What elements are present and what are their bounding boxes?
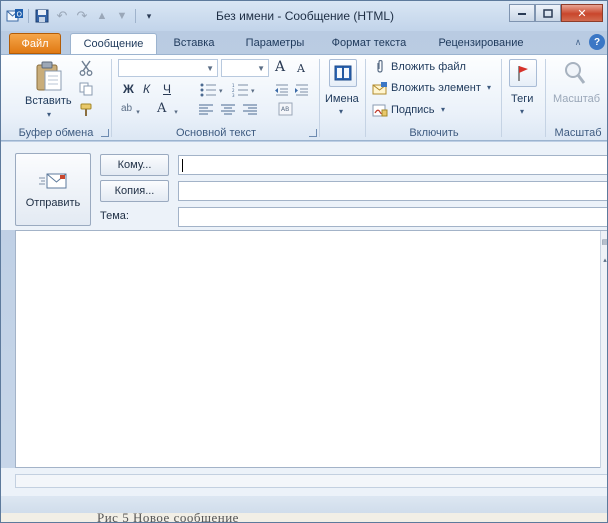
scroll-up-icon[interactable]: ▴ (601, 255, 607, 265)
ribbon-tabs: Файл Сообщение Вставка Параметры Формат … (1, 31, 607, 54)
tags-button[interactable]: Теги (511, 93, 533, 105)
ribbon: Вставить ▾ Буфер обмена ▼ ▼ A A Ж К Ч ▾ … (1, 54, 607, 141)
send-button[interactable]: Отправить (15, 153, 91, 226)
caption-text: Рис 5 Новое сообщение (97, 513, 239, 523)
font-color-dropdown-icon[interactable]: ▾ (171, 107, 181, 117)
clipboard-group: Вставить ▾ Буфер обмена (1, 55, 111, 141)
paste-dropdown-icon[interactable]: ▾ (47, 110, 51, 119)
send-label: Отправить (25, 196, 81, 209)
attach-item-button[interactable]: Вложить элемент (391, 82, 481, 94)
paste-button[interactable]: Вставить (25, 95, 72, 107)
shrink-font-button[interactable]: A (297, 62, 305, 75)
minimize-ribbon-icon[interactable]: ∧ (571, 35, 585, 49)
highlight-dropdown-icon[interactable]: ▾ (133, 107, 143, 117)
tab-file[interactable]: Файл (9, 33, 61, 54)
text-caret (182, 159, 183, 172)
address-book-icon[interactable] (329, 59, 357, 87)
cut-icon[interactable] (77, 59, 95, 77)
subject-field[interactable] (178, 207, 607, 227)
people-pane-bar (15, 474, 607, 488)
zoom-button[interactable]: Масштаб (553, 93, 600, 105)
attach-item-dropdown-icon[interactable]: ▾ (487, 83, 491, 92)
increase-indent-icon[interactable] (293, 82, 311, 98)
maximize-icon[interactable] (535, 4, 561, 22)
grow-font-button[interactable]: A (275, 59, 285, 75)
window-controls: ✕ (509, 4, 603, 22)
zoom-group-label: Масштаб (554, 127, 602, 139)
copy-icon[interactable] (77, 80, 95, 98)
svg-text:▾: ▾ (219, 87, 223, 95)
vertical-scrollbar[interactable]: ▤ ▴ (600, 231, 607, 469)
names-group: Имена ▾ (321, 55, 365, 141)
ruler-toggle-icon[interactable]: ▤ (601, 237, 607, 247)
bullets-icon[interactable]: ▾ (199, 82, 227, 98)
cc-button[interactable]: Копия... (100, 180, 169, 202)
zoom-group: Масштаб Масштаб (547, 55, 607, 141)
include-group-label: Включить (409, 127, 459, 139)
send-envelope-icon (38, 171, 68, 191)
clear-formatting-icon[interactable]: AB (277, 101, 295, 117)
svg-text:AB: AB (281, 106, 289, 113)
flag-icon[interactable] (509, 59, 537, 87)
tags-group: Теги ▾ (503, 55, 545, 141)
align-right-icon[interactable] (241, 103, 259, 117)
message-body-editor[interactable]: ▤ ▴ (15, 230, 607, 469)
message-header: Отправить Кому... Копия... Тема: (1, 142, 607, 230)
tab-message[interactable]: Сообщение (70, 33, 157, 54)
align-left-icon[interactable] (197, 103, 215, 117)
tab-options[interactable]: Параметры (235, 33, 315, 54)
font-color-button[interactable]: A (157, 101, 166, 116)
svg-text:▾: ▾ (251, 87, 255, 95)
signature-dropdown-icon[interactable]: ▾ (441, 105, 445, 114)
clipboard-group-label: Буфер обмена (18, 127, 94, 139)
signature-icon (372, 103, 388, 117)
highlight-button[interactable]: ab (121, 103, 132, 114)
cc-field[interactable] (178, 181, 607, 201)
align-center-icon[interactable] (219, 103, 237, 117)
attach-item-icon (372, 81, 388, 95)
numbering-icon[interactable]: 1 2 3 ▾ (231, 82, 259, 98)
italic-button[interactable]: К (143, 82, 150, 96)
tab-review[interactable]: Рецензирование (425, 33, 537, 54)
attach-file-button[interactable]: Вложить файл (391, 61, 466, 73)
signature-button[interactable]: Подпись (391, 104, 435, 116)
tags-dropdown-icon[interactable]: ▾ (520, 107, 524, 116)
svg-text:3: 3 (232, 93, 235, 97)
subject-label: Тема: (100, 210, 129, 222)
include-group: Вложить файл Вложить элемент ▾ Подпись ▾… (367, 55, 501, 141)
paperclip-icon (373, 60, 387, 74)
to-button[interactable]: Кому... (100, 154, 169, 176)
tab-format-text[interactable]: Формат текста (323, 33, 415, 54)
underline-button[interactable]: Ч (163, 82, 171, 96)
basic-text-group-label: Основной текст (176, 127, 256, 139)
names-dropdown-icon[interactable]: ▾ (339, 107, 343, 116)
basic-text-launcher-icon[interactable] (309, 129, 317, 137)
basic-text-group: ▼ ▼ A A Ж К Ч ▾ 1 2 3 ▾ ab ▾ A ▾ AB Осно… (113, 55, 319, 141)
figure-caption: Рис 5 Новое сообщение (1, 513, 607, 523)
message-window: O ↶ ↷ ▲ ▼ ▾ Без имени - Сообщение (HTML)… (0, 0, 608, 523)
bold-button[interactable]: Ж (123, 82, 134, 96)
minimize-icon[interactable] (509, 4, 535, 22)
names-button[interactable]: Имена (325, 93, 359, 105)
decrease-indent-icon[interactable] (273, 82, 291, 98)
title-bar: O ↶ ↷ ▲ ▼ ▾ Без имени - Сообщение (HTML)… (1, 1, 607, 31)
magnifier-icon[interactable] (561, 59, 589, 87)
font-name-combo[interactable]: ▼ (118, 59, 218, 77)
close-icon[interactable]: ✕ (561, 4, 603, 22)
font-size-combo[interactable]: ▼ (221, 59, 269, 77)
help-icon[interactable]: ? (589, 34, 605, 50)
tab-insert[interactable]: Вставка (163, 33, 225, 54)
to-field[interactable] (178, 155, 607, 175)
format-painter-icon[interactable] (77, 101, 95, 119)
paste-icon[interactable] (31, 59, 67, 93)
clipboard-launcher-icon[interactable] (101, 129, 109, 137)
